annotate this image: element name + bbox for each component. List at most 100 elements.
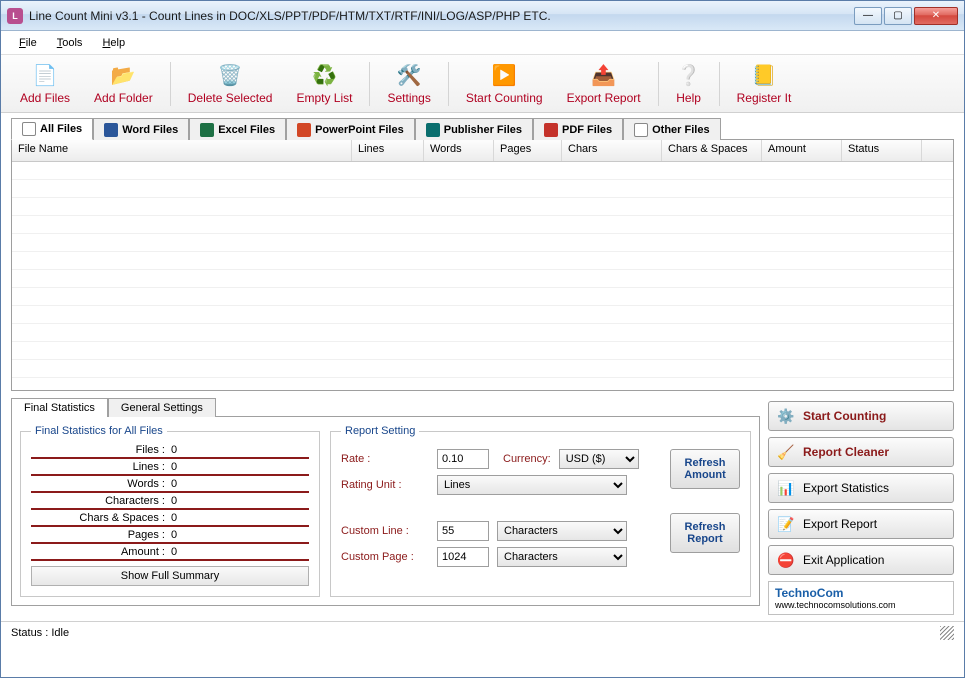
rating-unit-label: Rating Unit :	[341, 479, 429, 491]
exit-icon: ⛔	[777, 551, 795, 569]
stat-files: 0	[171, 444, 201, 456]
export-report-button[interactable]: 📤Export Report	[556, 57, 652, 111]
statusbar: Status : Idle	[1, 621, 964, 643]
tab-other-files[interactable]: Other Files	[623, 118, 720, 140]
col-status[interactable]: Status	[842, 140, 922, 161]
stats-legend: Final Statistics for All Files	[31, 425, 167, 437]
add-files-button[interactable]: 📄Add Files	[9, 57, 81, 111]
stat-lines: 0	[171, 461, 201, 473]
stat-pages: 0	[171, 529, 201, 541]
show-full-summary-button[interactable]: Show Full Summary	[31, 566, 309, 586]
other-icon	[634, 123, 648, 137]
titlebar: L Line Count Mini v3.1 - Count Lines in …	[1, 1, 964, 31]
pdf-icon	[544, 123, 558, 137]
stat-chars-spaces: 0	[171, 512, 201, 524]
tab-powerpoint-files[interactable]: PowerPoint Files	[286, 118, 415, 140]
empty-list-button[interactable]: ♻️Empty List	[285, 57, 363, 111]
final-statistics-group: Final Statistics for All Files Files :0 …	[20, 425, 320, 597]
menu-tools[interactable]: Tools	[49, 35, 91, 51]
app-icon: L	[7, 8, 23, 24]
maximize-button[interactable]: ▢	[884, 7, 912, 25]
col-filename[interactable]: File Name	[12, 140, 352, 161]
app-window: L Line Count Mini v3.1 - Count Lines in …	[0, 0, 965, 678]
menubar: File Tools Help	[1, 31, 964, 55]
export-report-action[interactable]: 📝Export Report	[768, 509, 954, 539]
delete-icon: 🗑️	[217, 63, 243, 89]
tab-pdf-files[interactable]: PDF Files	[533, 118, 623, 140]
delete-selected-button[interactable]: 🗑️Delete Selected	[177, 57, 284, 111]
tab-excel-files[interactable]: Excel Files	[189, 118, 286, 140]
toolbar-separator	[448, 62, 449, 106]
col-words[interactable]: Words	[424, 140, 494, 161]
custom-line-unit-select[interactable]: Characters	[497, 521, 627, 541]
register-icon: 📒	[751, 63, 777, 89]
play-icon: ▶️	[491, 63, 517, 89]
custom-page-input[interactable]	[437, 547, 489, 567]
settings-button[interactable]: 🛠️Settings	[376, 57, 441, 111]
toolbar: 📄Add Files 📂Add Folder 🗑️Delete Selected…	[1, 55, 964, 113]
window-title: Line Count Mini v3.1 - Count Lines in DO…	[29, 9, 854, 23]
help-button[interactable]: ❔Help	[665, 57, 713, 111]
broom-icon: 🧹	[777, 443, 795, 461]
currency-select[interactable]: USD ($)	[559, 449, 639, 469]
report-cleaner-action[interactable]: 🧹Report Cleaner	[768, 437, 954, 467]
grid-body[interactable]	[12, 162, 953, 390]
stat-amount: 0	[171, 546, 201, 558]
rate-input[interactable]	[437, 449, 489, 469]
empty-icon: ♻️	[311, 63, 337, 89]
custom-page-unit-select[interactable]: Characters	[497, 547, 627, 567]
register-button[interactable]: 📒Register It	[726, 57, 803, 111]
grid-header: File Name Lines Words Pages Chars Chars …	[12, 140, 953, 162]
refresh-report-button[interactable]: Refresh Report	[670, 513, 740, 553]
resize-gripper[interactable]	[940, 626, 954, 640]
col-amount[interactable]: Amount	[762, 140, 842, 161]
toolbar-separator	[658, 62, 659, 106]
minimize-button[interactable]: —	[854, 7, 882, 25]
brand-logo[interactable]: TechnoCom www.technocomsolutions.com	[768, 581, 954, 615]
rate-label: Rate :	[341, 453, 429, 465]
currency-label: Currency:	[503, 453, 551, 465]
help-icon: ❔	[676, 63, 702, 89]
report-setting-group: Report Setting Rate : Currency: USD ($) …	[330, 425, 751, 597]
refresh-amount-button[interactable]: Refresh Amount	[670, 449, 740, 489]
start-counting-button[interactable]: ▶️Start Counting	[455, 57, 554, 111]
report-legend: Report Setting	[341, 425, 419, 437]
start-counting-action[interactable]: ⚙️Start Counting	[768, 401, 954, 431]
add-folder-icon: 📂	[110, 63, 136, 89]
export-statistics-action[interactable]: 📊Export Statistics	[768, 473, 954, 503]
toolbar-separator	[170, 62, 171, 106]
menu-help[interactable]: Help	[94, 35, 133, 51]
subtab-general-settings[interactable]: General Settings	[108, 398, 216, 417]
word-icon	[104, 123, 118, 137]
toolbar-separator	[369, 62, 370, 106]
subtab-final-statistics[interactable]: Final Statistics	[11, 398, 108, 417]
custom-page-label: Custom Page :	[341, 551, 429, 563]
rating-unit-select[interactable]: Lines	[437, 475, 627, 495]
toolbar-separator	[719, 62, 720, 106]
add-files-icon: 📄	[32, 63, 58, 89]
excel-icon	[200, 123, 214, 137]
menu-file[interactable]: File	[11, 35, 45, 51]
tab-all-files[interactable]: All Files	[11, 118, 93, 140]
stat-characters: 0	[171, 495, 201, 507]
export-stats-icon: 📊	[777, 479, 795, 497]
col-chars-spaces[interactable]: Chars & Spaces	[662, 140, 762, 161]
col-chars[interactable]: Chars	[562, 140, 662, 161]
action-panel: ⚙️Start Counting 🧹Report Cleaner 📊Export…	[768, 397, 954, 615]
col-lines[interactable]: Lines	[352, 140, 424, 161]
gear-icon: ⚙️	[777, 407, 795, 425]
exit-application-action[interactable]: ⛔Exit Application	[768, 545, 954, 575]
ppt-icon	[297, 123, 311, 137]
stat-words: 0	[171, 478, 201, 490]
file-icon	[22, 122, 36, 136]
publisher-icon	[426, 123, 440, 137]
tab-word-files[interactable]: Word Files	[93, 118, 189, 140]
file-grid: File Name Lines Words Pages Chars Chars …	[11, 139, 954, 391]
file-tabs: All Files Word Files Excel Files PowerPo…	[1, 113, 964, 139]
custom-line-input[interactable]	[437, 521, 489, 541]
col-pages[interactable]: Pages	[494, 140, 562, 161]
tab-publisher-files[interactable]: Publisher Files	[415, 118, 533, 140]
add-folder-button[interactable]: 📂Add Folder	[83, 57, 164, 111]
close-button[interactable]: ✕	[914, 7, 958, 25]
settings-icon: 🛠️	[396, 63, 422, 89]
